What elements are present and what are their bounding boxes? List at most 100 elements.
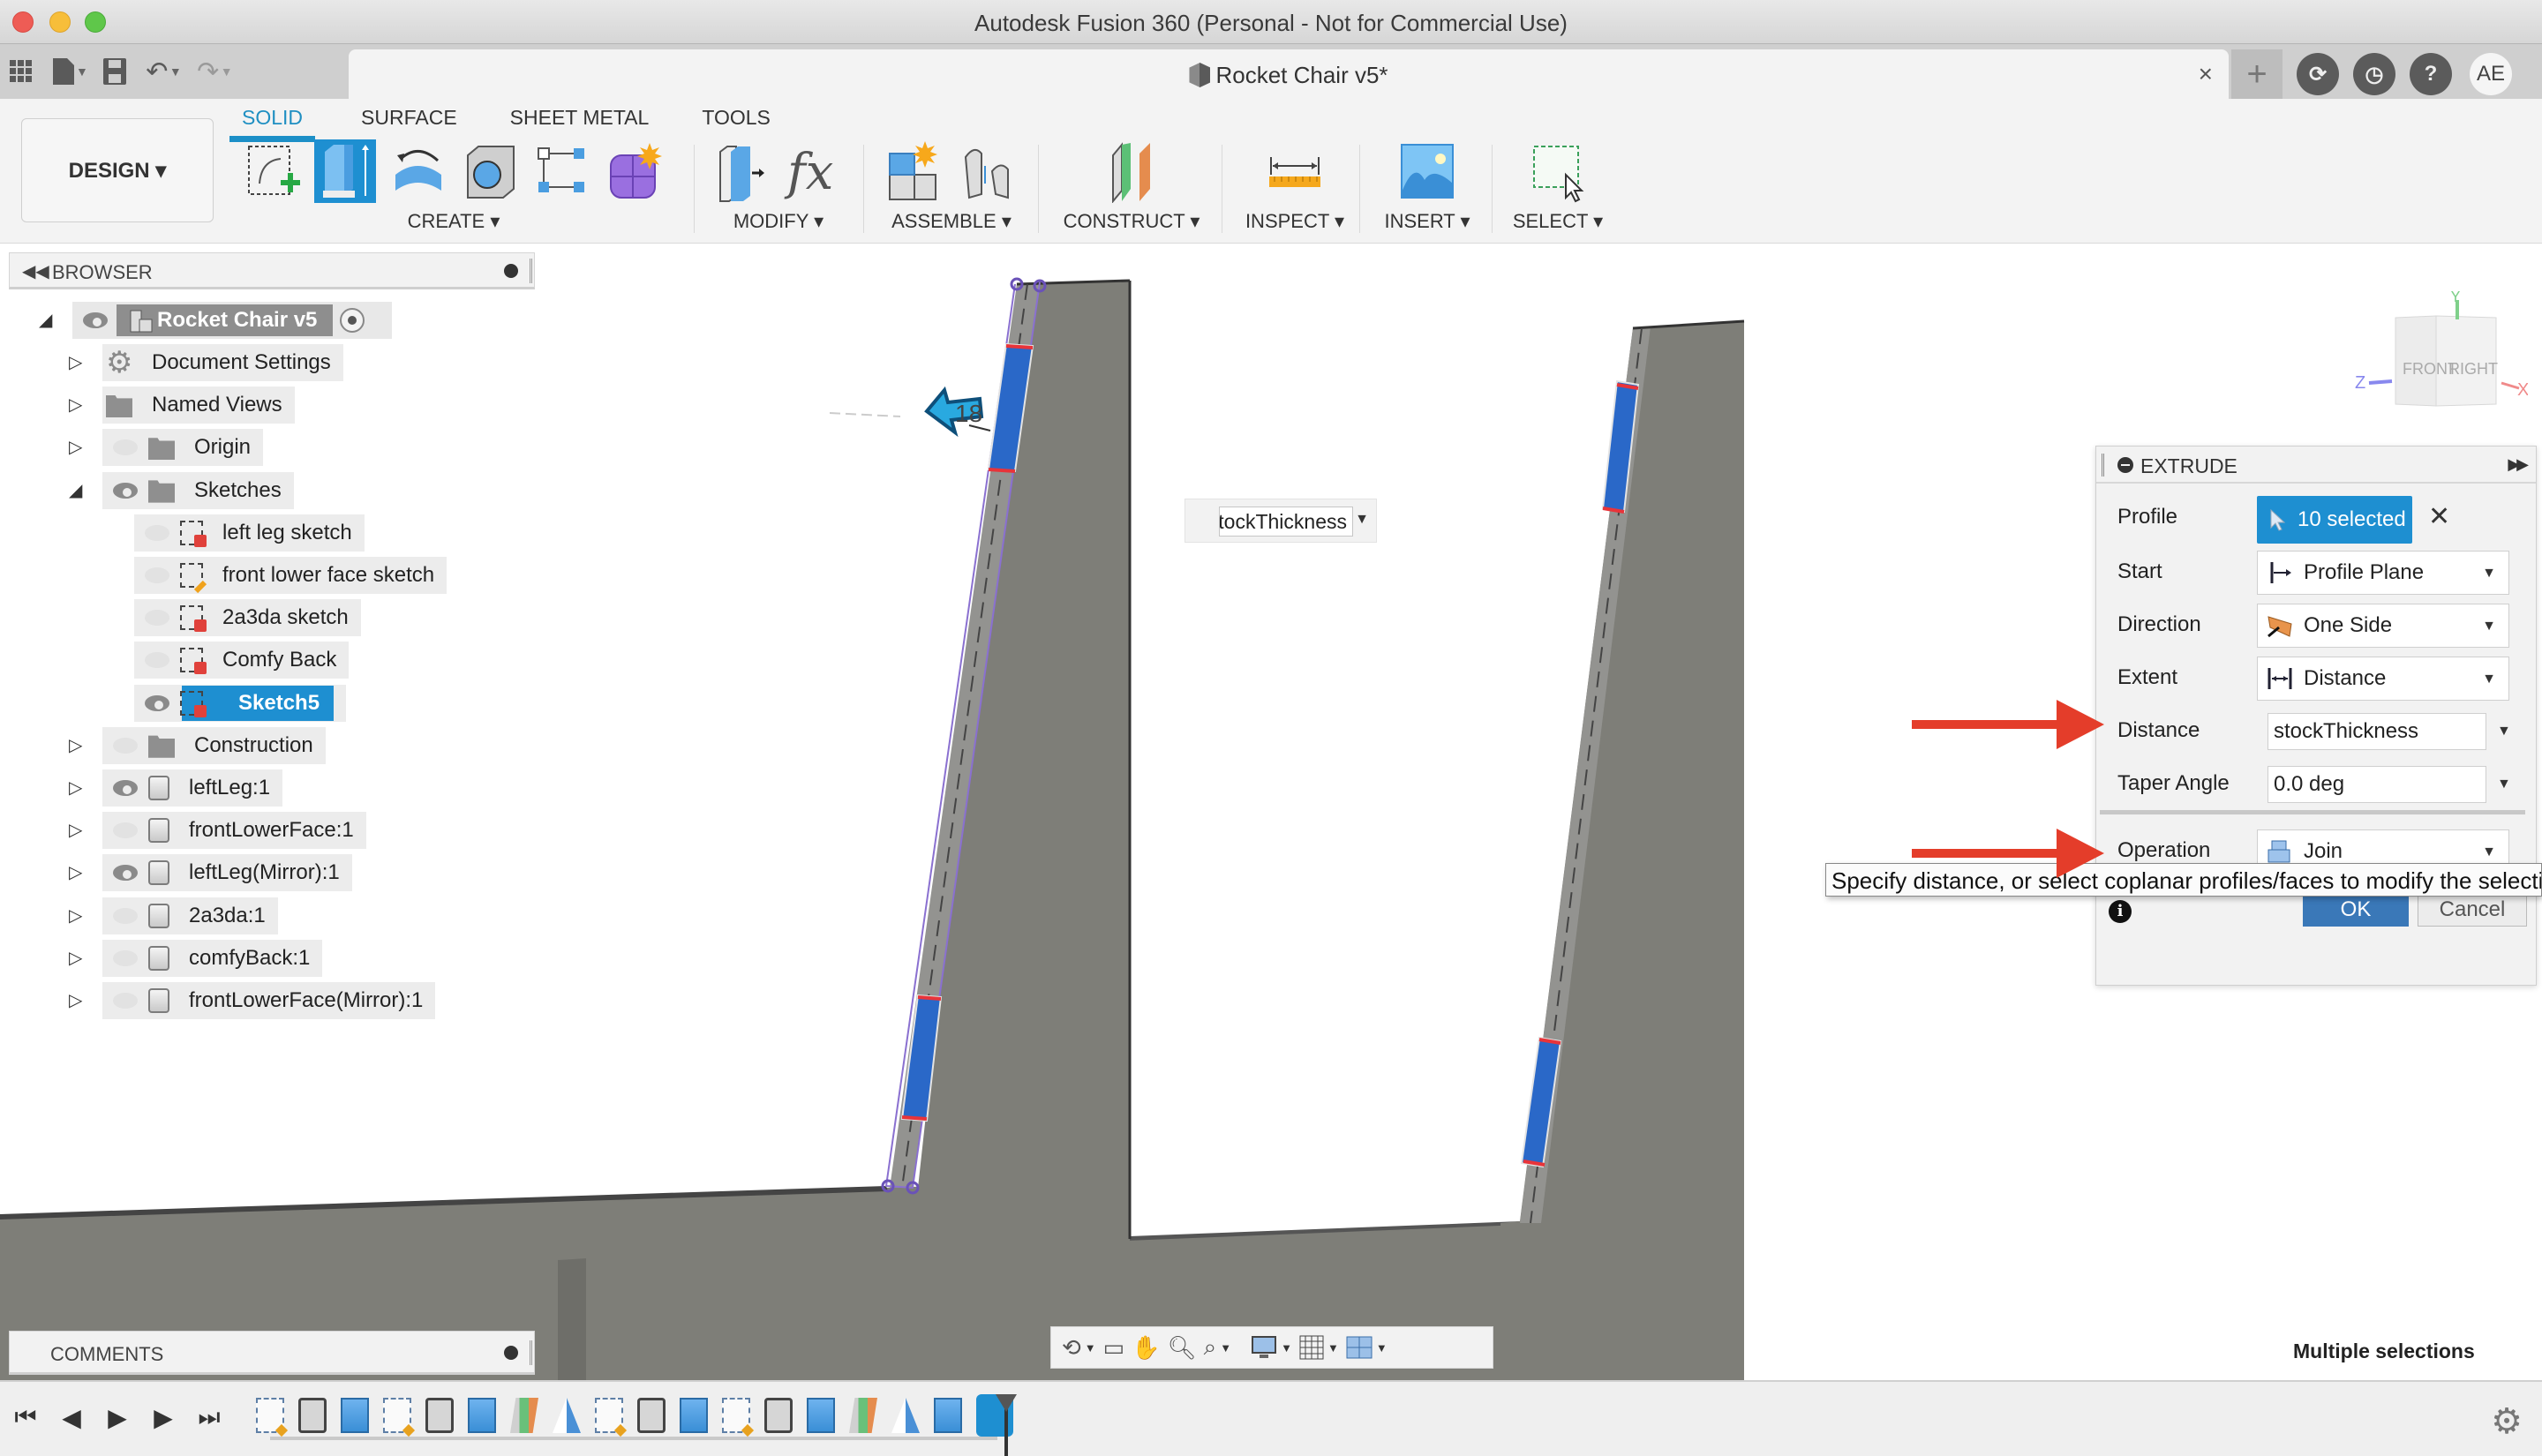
visibility-eye-icon[interactable] (109, 778, 141, 798)
visibility-eye-icon[interactable] (109, 481, 141, 500)
expand-dialog-icon[interactable]: ▶▶ (2508, 455, 2529, 474)
profile-selection-button[interactable]: 10 selected (2257, 496, 2412, 544)
timeline-extrude-icon[interactable] (468, 1398, 496, 1433)
hidden-eye-icon[interactable] (141, 523, 173, 543)
tree-root-item[interactable]: Rocket Chair v5 (72, 302, 392, 339)
comments-resize-handle[interactable] (530, 1340, 532, 1365)
select-window-icon[interactable] (1527, 139, 1589, 203)
offset-plane-icon[interactable] (1101, 139, 1162, 204)
insert-menu[interactable]: INSERT ▾ (1366, 210, 1488, 233)
direction-dropdown[interactable]: One Side ▼ (2257, 604, 2509, 648)
redo-caret-icon[interactable]: ▼ (221, 64, 233, 79)
document-tab[interactable]: Rocket Chair v5* × (349, 49, 2229, 99)
expand-toggle[interactable]: ▷ (69, 734, 86, 756)
timeline-body-icon[interactable] (425, 1398, 454, 1433)
new-component-icon[interactable] (884, 139, 946, 203)
tree-item[interactable]: frontLowerFace:1 (102, 812, 366, 850)
select-menu[interactable]: SELECT ▾ (1500, 210, 1615, 233)
orbit-icon[interactable]: ⟲ ▼ (1062, 1332, 1096, 1363)
timeline-body-icon[interactable] (764, 1398, 793, 1433)
clear-selection-icon[interactable]: ✕ (2428, 501, 2450, 532)
timeline-sketch-icon[interactable] (722, 1398, 750, 1433)
tab-sheet-metal[interactable]: SHEET METAL (510, 106, 650, 137)
expand-toggle[interactable]: ▷ (69, 436, 86, 458)
modify-menu[interactable]: MODIFY ▾ (706, 210, 851, 233)
pattern-icon[interactable] (531, 139, 593, 203)
tree-item[interactable]: left leg sketch (134, 514, 365, 552)
view-cube[interactable]: FRONT RIGHT Y Z X (2351, 288, 2529, 415)
tree-item[interactable]: comfyBack:1 (102, 939, 323, 977)
add-comment-icon[interactable] (504, 1346, 518, 1360)
tree-item[interactable]: Comfy Back (134, 642, 350, 679)
timeline-body-icon[interactable] (298, 1398, 327, 1433)
inline-distance-dropdown-icon[interactable]: ▼ (1355, 512, 1369, 528)
hidden-eye-icon[interactable] (109, 736, 141, 755)
timeline-extrude-icon[interactable] (680, 1398, 708, 1433)
inline-distance-field[interactable]: stockThickness (1219, 507, 1353, 537)
timeline-body-icon[interactable] (637, 1398, 666, 1433)
step-forward-icon[interactable]: ▶ (150, 1401, 177, 1433)
timeline-extrude-icon[interactable] (934, 1398, 962, 1433)
taper-angle-input[interactable]: 0.0 deg (2267, 766, 2486, 803)
hidden-eye-icon[interactable] (141, 566, 173, 585)
viewports-icon[interactable]: ▼ (1346, 1332, 1388, 1363)
browser-resize-handle[interactable] (530, 259, 532, 283)
cancel-button[interactable]: Cancel (2418, 893, 2527, 927)
close-tab-button[interactable]: × (2199, 60, 2213, 88)
timeline-settings-icon[interactable]: ⚙ (2491, 1401, 2523, 1442)
fit-icon[interactable]: ⌕ ▼ (1204, 1332, 1231, 1363)
construct-menu[interactable]: CONSTRUCT ▾ (1047, 210, 1216, 233)
create-form-icon[interactable] (604, 139, 666, 203)
tree-item[interactable]: leftLeg(Mirror):1 (102, 854, 352, 892)
create-sketch-icon[interactable] (242, 139, 304, 203)
play-icon[interactable]: ▶ (104, 1401, 131, 1433)
tree-item[interactable]: leftLeg:1 (102, 769, 283, 807)
skip-to-end-icon[interactable]: ⏭ (196, 1401, 222, 1433)
timeline-extrude-icon[interactable] (341, 1398, 369, 1433)
tree-item[interactable]: Construction (102, 726, 326, 764)
parameters-icon[interactable]: fx (784, 139, 846, 203)
expand-toggle[interactable]: ▷ (69, 777, 86, 799)
create-menu[interactable]: CREATE ▾ (233, 210, 674, 233)
taper-angle-dropdown-icon[interactable]: ▼ (2497, 777, 2511, 792)
tree-item[interactable]: Named Views (102, 387, 295, 424)
undo-caret-icon[interactable]: ▼ (169, 64, 182, 79)
timeline-mirror-icon[interactable] (553, 1398, 581, 1433)
pan-icon[interactable]: ✋ (1132, 1332, 1160, 1363)
skip-to-start-icon[interactable]: ⏮ (12, 1401, 39, 1433)
extensions-icon[interactable]: ⟳ (2297, 53, 2339, 95)
timeline-sketch-icon[interactable] (595, 1398, 623, 1433)
revolve-icon[interactable] (387, 139, 448, 203)
timeline-plane-icon[interactable] (510, 1398, 538, 1433)
inline-distance-input[interactable]: stockThickness ▼ (1185, 499, 1377, 543)
workspace-switcher-button[interactable]: DESIGN ▾ (21, 118, 214, 222)
expand-toggle[interactable]: ◢ (69, 479, 86, 501)
save-icon[interactable] (94, 50, 136, 93)
tab-surface[interactable]: SURFACE (361, 106, 457, 137)
expand-toggle[interactable]: ▷ (69, 819, 86, 841)
tab-solid[interactable]: SOLID (229, 106, 316, 142)
help-icon[interactable]: ? (2410, 53, 2452, 95)
info-icon[interactable]: i (2109, 900, 2132, 923)
insert-image-icon[interactable] (1396, 139, 1458, 203)
expand-toggle[interactable]: ▷ (69, 394, 86, 416)
activate-component-radio[interactable] (340, 308, 365, 333)
job-status-icon[interactable]: ◷ (2353, 53, 2395, 95)
start-dropdown[interactable]: Profile Plane ▼ (2257, 551, 2509, 595)
visibility-eye-icon[interactable] (79, 311, 111, 330)
extrude-icon[interactable] (314, 139, 376, 203)
tree-item[interactable]: frontLowerFace(Mirror):1 (102, 982, 436, 1019)
expand-toggle[interactable]: ▷ (69, 989, 86, 1011)
expand-toggle[interactable]: ▷ (69, 947, 86, 969)
hidden-eye-icon[interactable] (141, 650, 173, 670)
comments-panel[interactable]: COMMENTS (9, 1331, 535, 1375)
hole-icon[interactable] (459, 139, 521, 203)
tree-item[interactable]: Sketches (102, 471, 294, 509)
distance-dropdown-icon[interactable]: ▼ (2497, 724, 2511, 739)
hidden-eye-icon[interactable] (109, 991, 141, 1010)
timeline-marker-handle[interactable] (996, 1394, 1017, 1456)
measure-icon[interactable] (1264, 139, 1326, 203)
browser-pin-icon[interactable] (504, 264, 518, 278)
dialog-drag-handle[interactable] (2102, 454, 2104, 477)
assemble-menu[interactable]: ASSEMBLE ▾ (874, 210, 1029, 233)
